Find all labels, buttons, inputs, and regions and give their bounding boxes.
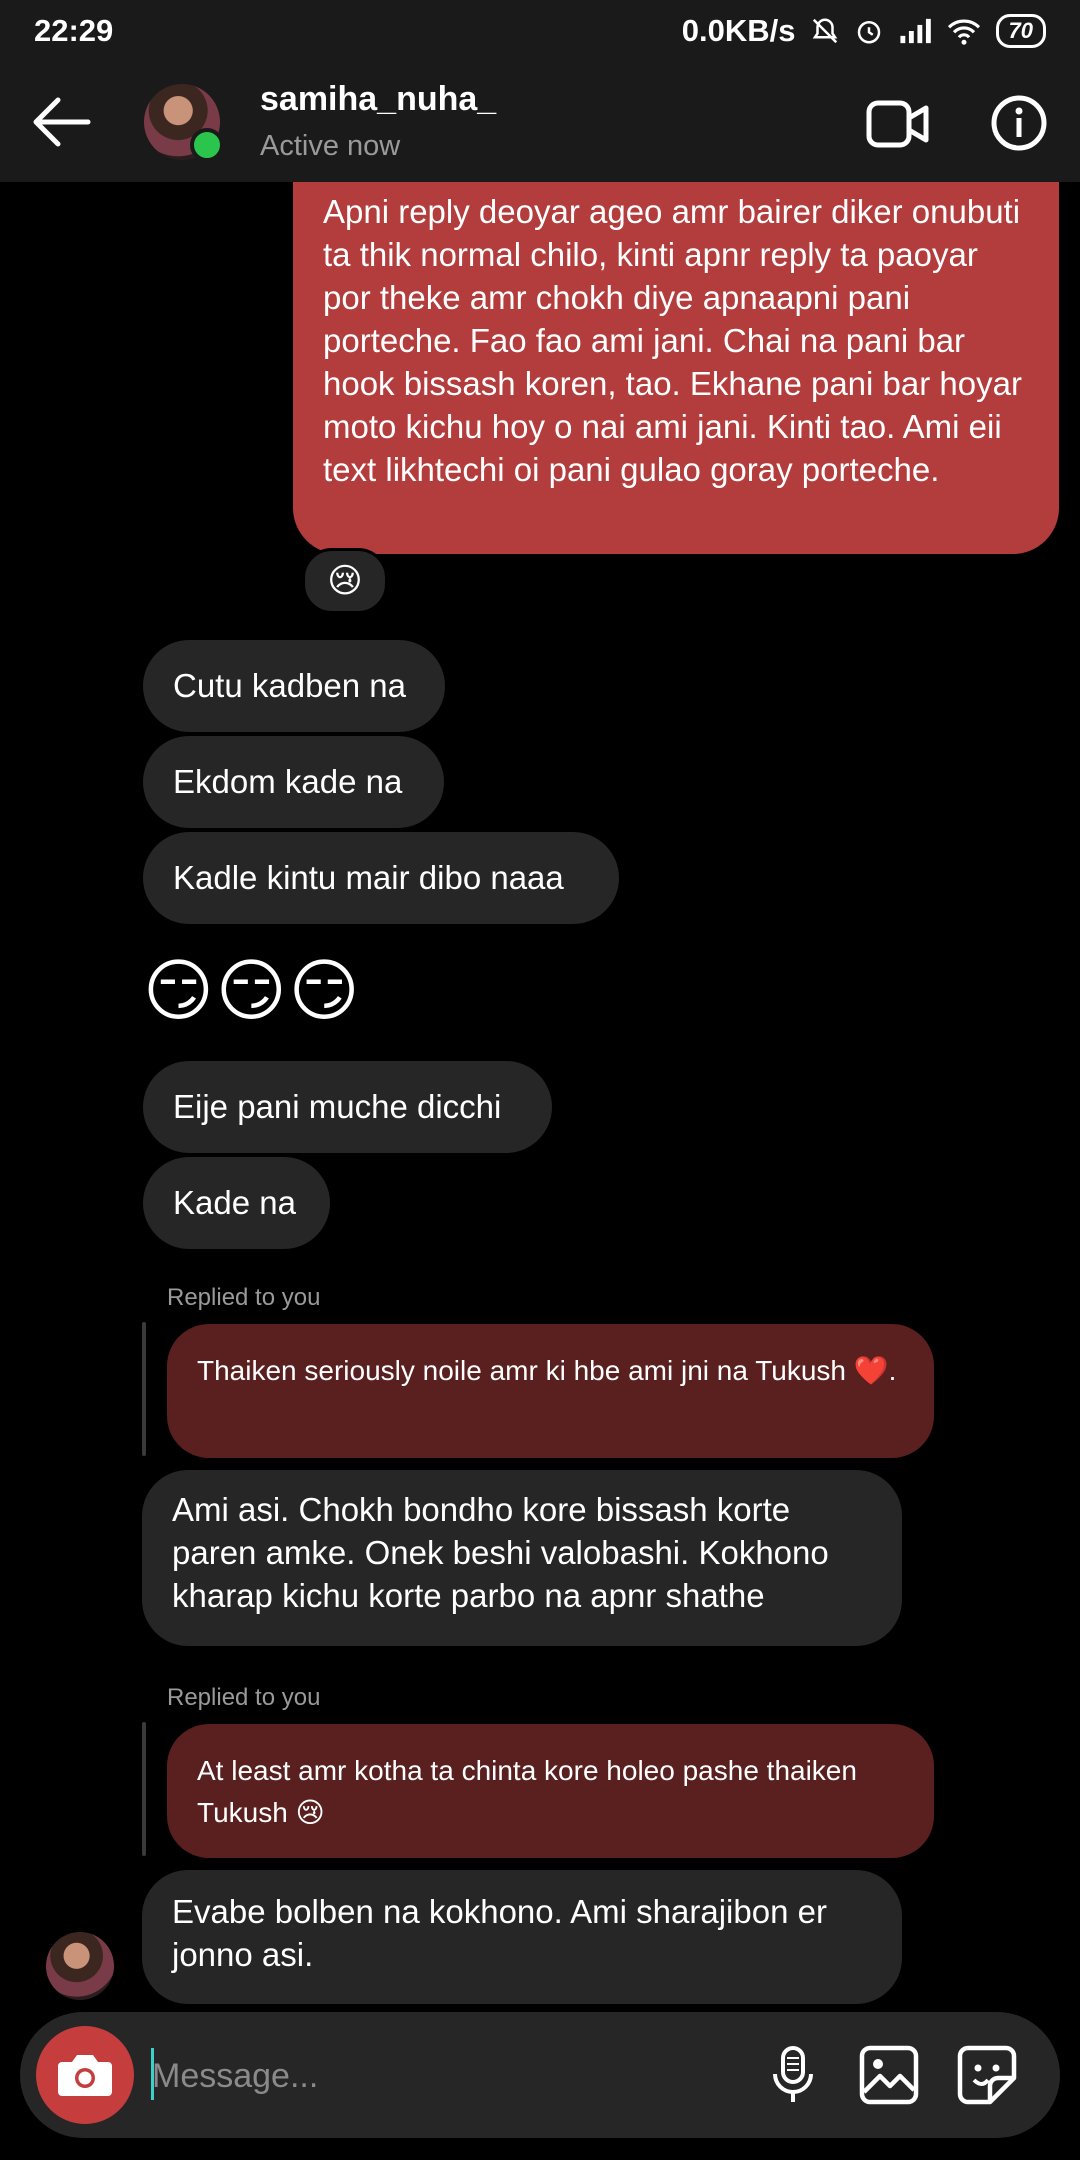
status-bar: 22:29 0.0KB/s 70 [0,0,1080,62]
reply-indicator-bar [142,1722,146,1856]
incoming-message[interactable]: Kadle kintu mair dibo naaa [143,832,619,924]
message-composer [20,2012,1060,2138]
incoming-message[interactable]: Cutu kadben na [143,640,445,732]
sticker-icon[interactable] [954,2042,1020,2108]
incoming-message[interactable]: Kade na [143,1157,330,1249]
battery-indicator: 70 [995,14,1046,48]
network-speed: 0.0KB/s [681,13,796,48]
profile-avatar[interactable] [144,84,224,162]
contact-status: Active now [260,130,401,162]
mute-icon [812,18,837,44]
incoming-message[interactable]: Ami asi. Chokh bondho kore bissash korte… [142,1470,902,1646]
sender-avatar [46,1932,114,2000]
gallery-icon[interactable] [856,2042,922,2108]
back-arrow-icon[interactable] [28,92,94,152]
incoming-message[interactable]: Evabe bolben na kokhono. Ami sharajibon … [142,1870,902,2004]
camera-button[interactable] [36,2026,134,2124]
quoted-message[interactable]: Thaiken seriously noile amr ki hbe ami j… [167,1324,934,1458]
quoted-message[interactable]: At least amr kotha ta chinta kore holeo … [167,1724,934,1858]
microphone-icon[interactable] [760,2042,826,2108]
crying-reaction-icon[interactable]: 😢 [302,548,388,614]
chat-header: samiha_nuha_ Active now [0,62,1080,182]
incoming-message[interactable]: Ekdom kade na [143,736,444,828]
contact-username[interactable]: samiha_nuha_ [260,80,496,119]
incoming-message[interactable]: Eije pani muche dicchi [143,1061,552,1153]
outgoing-message[interactable]: Apni reply deoyar ageo amr bairer diker … [293,182,1059,554]
message-input[interactable] [150,2042,714,2110]
alarm-icon [857,21,880,44]
camera-icon [58,2055,112,2096]
wifi-icon [947,19,980,45]
status-time: 22:29 [34,13,114,48]
reply-indicator-bar [142,1322,146,1456]
smirk-emoji-message[interactable]: 😏😏😏 [143,952,362,1031]
online-indicator [190,128,224,162]
video-call-icon[interactable] [866,98,930,150]
info-icon[interactable] [990,94,1048,152]
message-thread[interactable]: Apni reply deoyar ageo amr bairer diker … [0,182,1080,2004]
replied-to-you-label: Replied to you [167,1684,321,1711]
signal-icon [899,18,931,44]
replied-to-you-label: Replied to you [167,1284,321,1311]
status-icons: 0.0KB/s 70 [682,13,1046,49]
